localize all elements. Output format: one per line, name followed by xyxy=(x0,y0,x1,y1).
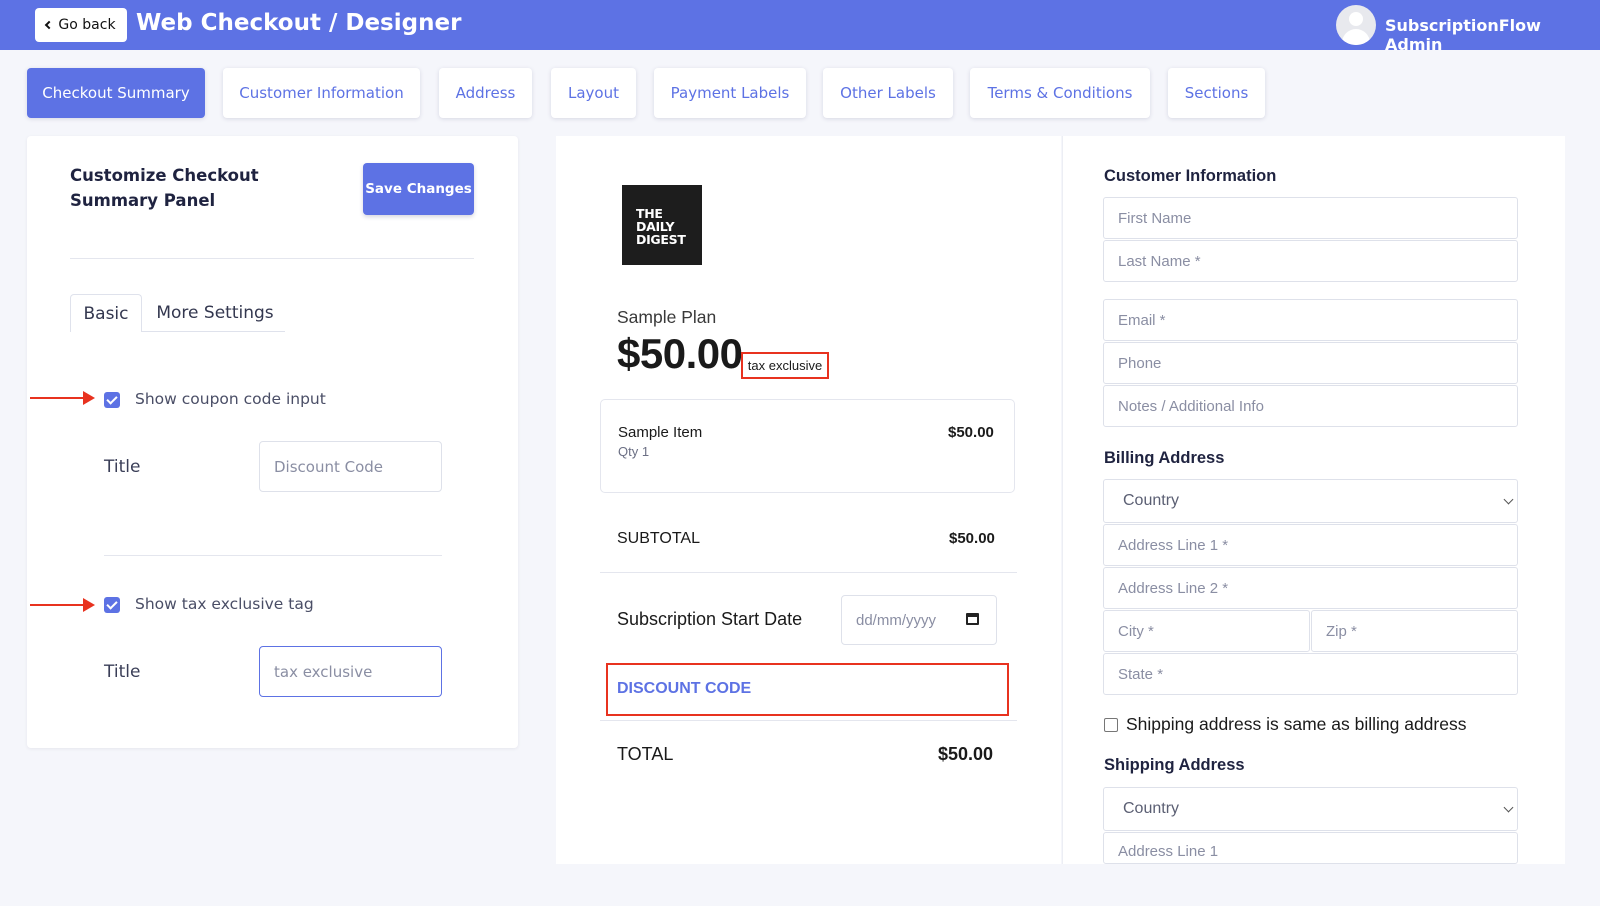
brand-logo: THE DAILY DIGEST xyxy=(622,185,702,265)
email-field[interactable]: Email * xyxy=(1103,299,1518,341)
tab-sections[interactable]: Sections xyxy=(1168,68,1265,118)
address-line-2-field[interactable]: Address Line 2 * xyxy=(1103,567,1518,609)
item-name: Sample Item xyxy=(618,424,703,441)
shipping-address-title: Shipping Address xyxy=(1104,756,1245,774)
page-title: Web Checkout / Designer xyxy=(136,10,462,36)
go-back-label: Go back xyxy=(58,17,116,33)
discount-code-link[interactable]: DISCOUNT CODE xyxy=(617,680,751,698)
tab-other-labels[interactable]: Other Labels xyxy=(823,68,953,118)
start-date-label: Subscription Start Date xyxy=(617,609,803,629)
zip-field[interactable]: Zip * xyxy=(1311,610,1518,652)
customer-info-title: Customer Information xyxy=(1104,167,1277,185)
chevron-down-icon xyxy=(1503,494,1514,505)
avatar-icon[interactable] xyxy=(1336,5,1376,45)
save-changes-button[interactable]: Save Changes xyxy=(363,163,474,215)
billing-address-title: Billing Address xyxy=(1104,449,1225,467)
subtab-more-settings[interactable]: More Settings xyxy=(145,294,285,332)
tax-title-input[interactable] xyxy=(259,646,442,697)
tax-checkbox[interactable] xyxy=(104,597,120,613)
coupon-title-input[interactable] xyxy=(259,441,442,492)
subtab-basic[interactable]: Basic xyxy=(70,294,142,332)
tab-terms-conditions[interactable]: Terms & Conditions xyxy=(970,68,1150,118)
subtotal-label: SUBTOTAL xyxy=(617,530,700,547)
annotation-arrow xyxy=(30,598,95,612)
divider xyxy=(104,555,442,556)
tab-address[interactable]: Address xyxy=(439,68,532,118)
plan-name: Sample Plan xyxy=(617,307,717,327)
tab-customer-information[interactable]: Customer Information xyxy=(223,68,420,118)
tax-exclusive-tag: tax exclusive xyxy=(741,352,829,379)
total-value: $50.00 xyxy=(938,744,994,764)
plan-price: $50.00 xyxy=(617,330,743,377)
divider xyxy=(70,258,474,259)
tab-payment-labels[interactable]: Payment Labels xyxy=(654,68,806,118)
tab-layout[interactable]: Layout xyxy=(551,68,636,118)
subtotal-value: $50.00 xyxy=(949,530,995,547)
user-name[interactable]: SubscriptionFlow Admin xyxy=(1385,16,1600,54)
shipping-address-line-1-field[interactable]: Address Line 1 xyxy=(1103,832,1518,864)
tax-checkbox-label: Show tax exclusive tag xyxy=(135,595,314,613)
state-field[interactable]: State * xyxy=(1103,653,1518,695)
go-back-button[interactable]: Go back xyxy=(35,8,127,42)
calendar-icon[interactable] xyxy=(966,613,979,625)
first-name-field[interactable]: First Name xyxy=(1103,197,1518,239)
annotation-arrow xyxy=(30,391,95,405)
address-line-1-field[interactable]: Address Line 1 * xyxy=(1103,524,1518,566)
coupon-title-label: Title xyxy=(104,457,141,477)
chevron-down-icon xyxy=(1503,802,1514,813)
phone-field[interactable]: Phone xyxy=(1103,342,1518,384)
settings-panel-title: Customize Checkout Summary Panel xyxy=(70,166,259,210)
coupon-checkbox[interactable] xyxy=(104,392,120,408)
same-address-label: Shipping address is same as billing addr… xyxy=(1126,714,1467,734)
coupon-checkbox-label: Show coupon code input xyxy=(135,390,326,408)
city-field[interactable]: City * xyxy=(1103,610,1310,652)
billing-country-select[interactable]: Country xyxy=(1103,479,1518,523)
shipping-country-value: Country xyxy=(1123,800,1180,817)
chevron-left-icon xyxy=(45,20,54,30)
same-address-checkbox[interactable] xyxy=(1104,718,1118,732)
divider xyxy=(600,720,1017,721)
tab-checkout-summary[interactable]: Checkout Summary xyxy=(27,68,205,118)
billing-country-value: Country xyxy=(1123,492,1180,509)
item-card xyxy=(600,399,1015,493)
last-name-field[interactable]: Last Name * xyxy=(1103,240,1518,282)
total-label: TOTAL xyxy=(617,744,674,764)
divider xyxy=(600,572,1017,573)
shipping-country-select[interactable]: Country xyxy=(1103,787,1518,831)
tax-title-label: Title xyxy=(104,662,141,682)
item-qty: Qty 1 xyxy=(618,444,650,459)
notes-field[interactable]: Notes / Additional Info xyxy=(1103,385,1518,427)
item-price: $50.00 xyxy=(948,424,994,441)
